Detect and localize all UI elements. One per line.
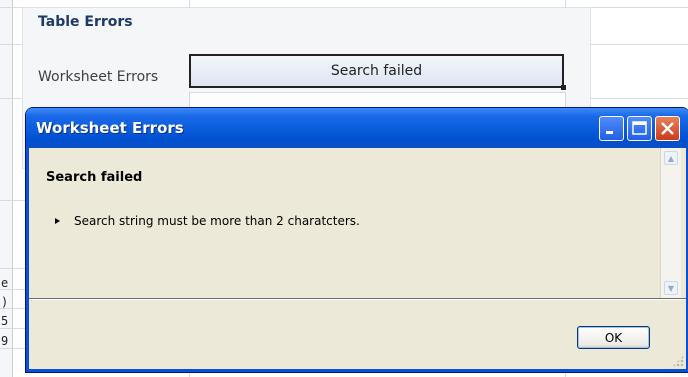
search-failed-button[interactable]: Search failed [189,54,566,90]
row-fragment: e [1,276,9,290]
dialog-title: Worksheet Errors [36,119,184,137]
worksheet-errors-dialog: Worksheet Errors Search failed Search st [26,108,688,372]
minimize-button[interactable] [599,116,624,141]
bullet-icon [55,218,60,224]
maximize-button[interactable] [627,116,652,141]
vertical-scrollbar[interactable]: ▲ ▼ [660,148,681,298]
worksheet-field[interactable] [189,92,566,108]
minimize-icon [606,131,613,134]
dialog-titlebar[interactable]: Worksheet Errors [26,108,688,148]
worksheet-errors-label: Worksheet Errors [38,69,159,85]
scroll-up-icon[interactable]: ▲ [664,151,678,165]
row-fragment: ) [1,295,9,309]
maximize-icon [632,121,647,135]
dialog-body: Search failed Search string must be more… [29,148,686,369]
row-fragment: 5 [1,314,9,328]
message-text: Search string must be more than 2 charat… [74,214,360,228]
close-button[interactable] [655,116,680,141]
message-heading: Search failed [46,170,143,185]
panel-title: Table Errors [38,14,133,30]
resize-grip-icon[interactable] [672,355,684,367]
message-area: Search failed Search string must be more… [29,148,660,298]
ok-button[interactable]: OK [577,326,650,349]
close-icon [661,122,674,135]
message-item: Search string must be more than 2 charat… [55,214,360,228]
scroll-down-icon[interactable]: ▼ [664,281,678,295]
row-fragment: 9 [1,334,9,348]
dialog-separator [29,298,686,300]
